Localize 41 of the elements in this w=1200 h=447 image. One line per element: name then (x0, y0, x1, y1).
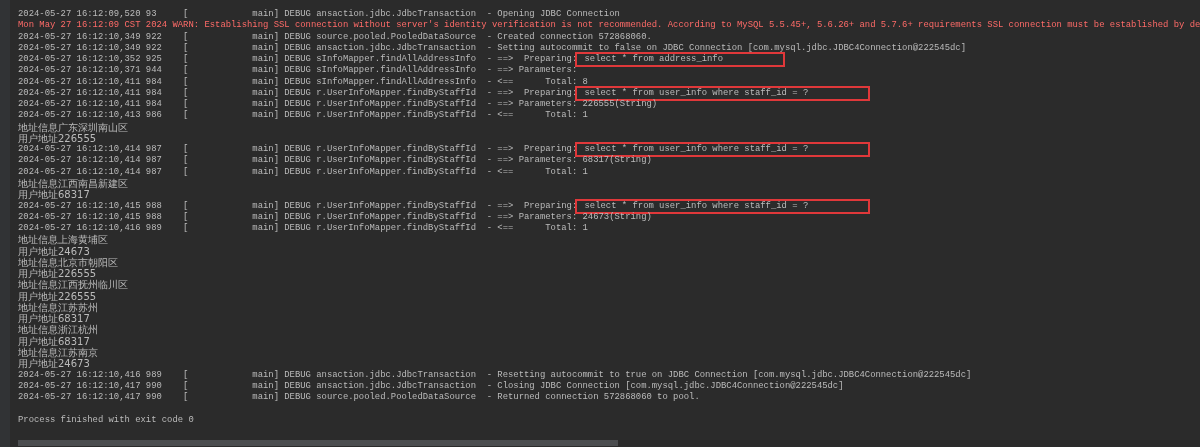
log-line: 2024-05-27 16:12:10,411 984 [ main] DEBUG r.UserInfoMapper.findByStaffId - ==> Preparing: (18, 87, 578, 99)
log-line: 2024-05-27 16:12:10,416 989 [ main] DEBUG ansaction.jdbc.JdbcTransaction - Resetting autocommit to true on JDBC Connection [com.mysql.jdbc.JDBC4Connection@222545dc] (18, 369, 972, 381)
output-line: 地址信息北京市朝阳区 (18, 256, 118, 269)
log-line: 2024-05-27 16:12:10,352 925 [ main] DEBUG sInfoMapper.findAllAddressInfo - ==> Preparing: (18, 54, 578, 65)
horizontal-scrollbar[interactable] (18, 440, 618, 446)
log-line: 2024-05-27 16:12:10,417 990 [ main] DEBUG source.pooled.PooledDataSource - Returned connection 572868060 to pool. (18, 392, 700, 404)
log-line: 2024-05-27 16:12:10,414 987 [ main] DEBUG r.UserInfoMapper.findByStaffId - ==> Parameters: 68317(String) (18, 155, 652, 167)
log-line: 2024-05-27 16:12:10,413 986 [ main] DEBUG r.UserInfoMapper.findByStaffId - <== Total: 1 (18, 110, 588, 122)
log-line: 2024-05-27 16:12:10,415 988 [ main] DEBUG r.UserInfoMapper.findByStaffId - ==> Preparing: (18, 200, 578, 212)
output-line: 用户地址24673 (18, 245, 90, 257)
highlighted-query: select * from user_info where staff_id = ? (577, 200, 869, 212)
output-line: 用户地址226555 (18, 290, 97, 302)
output-line: 用户地址68317 (18, 313, 90, 325)
output-line: 地址信息江西南昌新建区 (18, 178, 128, 190)
output-line: 用户地址226555 (18, 132, 97, 145)
log-line: 2024-05-27 16:12:10,371 944 [ main] DEBUG sInfoMapper.findAllAddressInfo - ==> Parameters: (18, 65, 579, 77)
log-line: 2024-05-27 16:12:10,349 922 [ main] DEBUG ansaction.jdbc.JdbcTransaction - Setting autocommit to false on JDBC Connection [com.mysql.jdbc.JDBC4Connection@222545dc] (18, 42, 966, 54)
highlighted-query: select * from user_info where staff_id = ? (577, 87, 869, 100)
log-line: 2024-05-27 16:12:10,411 984 [ main] DEBUG sInfoMapper.findAllAddressInfo - <== Total: 8 (18, 76, 588, 88)
log-line: 2024-05-27 16:12:10,414 987 [ main] DEBUG r.UserInfoMapper.findByStaffId - <== Total: 1 (18, 166, 588, 178)
log-line: 2024-05-27 16:12:10,414 987 [ main] DEBUG r.UserInfoMapper.findByStaffId - ==> Preparing: (18, 144, 578, 155)
log-line: 2024-05-27 16:12:10,416 989 [ main] DEBUG r.UserInfoMapper.findByStaffId - <== Total: 1 (18, 223, 588, 234)
output-line: 用户地址68317 (18, 189, 90, 201)
output-line: 地址信息江苏南京 (18, 346, 98, 359)
exit-message: Process finished with exit code 0 (18, 414, 194, 426)
warning-line: Mon May 27 16:12:09 CST 2024 WARN: Establishing SSL connection without server's identity verification is not recommended. According to MySQL 5.5.45+, 5.6.26+ and 5.7.6+ requirements SSL connection must be established by de (18, 20, 1200, 32)
output-line: 地址信息江西抚州临川区 (18, 279, 128, 291)
output-line: 地址信息江苏苏州 (18, 301, 98, 314)
output-line: 用户地址226555 (18, 268, 97, 280)
log-line: 2024-05-27 16:12:10,411 984 [ main] DEBUG r.UserInfoMapper.findByStaffId - ==> Parameters: 226555(String) (18, 99, 658, 110)
output-line: 地址信息浙江杭州 (18, 324, 98, 336)
highlighted-query: select * from user_info where staff_id = ? (577, 144, 869, 156)
highlighted-query: select * from address_info (577, 54, 784, 66)
log-line: 2024-05-27 16:12:10,417 990 [ main] DEBUG ansaction.jdbc.JdbcTransaction - Closing JDBC Connection [com.mysql.jdbc.JDBC4Connection@222545dc] (18, 380, 844, 392)
log-line: 2024-05-27 16:12:10,415 988 [ main] DEBUG r.UserInfoMapper.findByStaffId - ==> Parameters: 24673(String) (18, 211, 652, 223)
log-line: 2024-05-27 16:12:10,349 922 [ main] DEBUG source.pooled.PooledDataSource - Created connection 572868060. (18, 31, 652, 43)
output-line: 用户地址24673 (18, 358, 90, 370)
output-line: 地址信息广东深圳南山区 (18, 121, 128, 133)
output-line: 地址信息上海黄埔区 (18, 234, 108, 246)
log-line: 2024-05-27 16:12:09,520 93 [ main] DEBUG ansaction.jdbc.JdbcTransaction - Opening JDBC Connection (18, 9, 620, 20)
output-line: 用户地址68317 (18, 335, 90, 347)
